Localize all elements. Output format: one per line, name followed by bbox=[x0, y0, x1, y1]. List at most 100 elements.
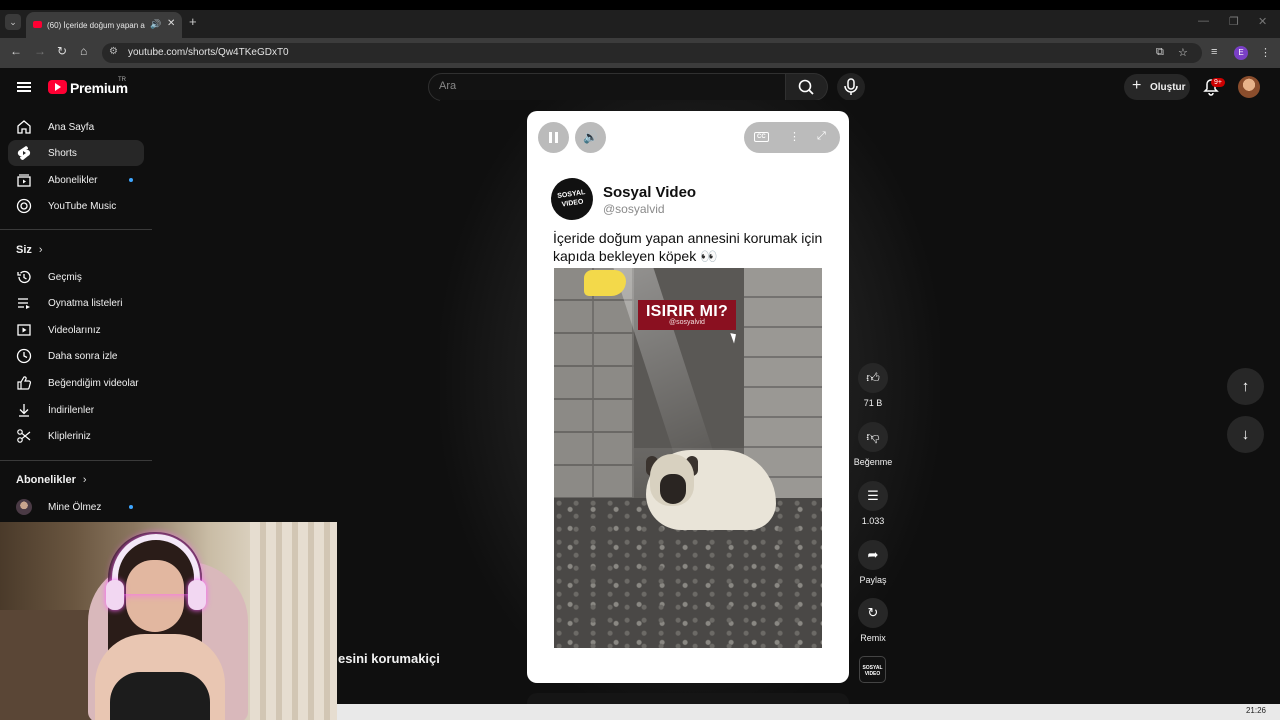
sidebar-item-home[interactable]: Ana Sayfa bbox=[8, 114, 144, 140]
reload-icon[interactable]: ↻ bbox=[57, 44, 67, 58]
microphone-icon bbox=[844, 78, 858, 95]
new-content-dot bbox=[129, 178, 133, 182]
reading-list-icon[interactable]: ≡ bbox=[1211, 46, 1217, 58]
sidebar-item-channel[interactable]: Mine Ölmez bbox=[8, 494, 144, 520]
remix-label: Remix bbox=[860, 633, 886, 643]
browser-tab-strip: ⌄ (60) İçeride doğum yapan a 🔊 ✕ + — ❐ ✕ bbox=[0, 0, 1280, 38]
chevron-right-icon: › bbox=[82, 474, 87, 486]
video-text-overlay: ISIRIR MI? @sosyalvid bbox=[638, 300, 736, 330]
sidebar-item-label: YouTube Music bbox=[48, 201, 117, 212]
next-short-arrow-down-icon[interactable]: ↓ bbox=[1227, 416, 1264, 453]
browser-address-bar: ← → ↻ ⌂ ⚙ youtube.com/shorts/Qw4TKeGDxT0… bbox=[0, 38, 1280, 68]
home-browser-icon[interactable]: ⌂ bbox=[80, 44, 87, 58]
shorts-player[interactable]: 🔊 CC ⋮ ⤢ SOSYAL VIDEO Sosyal Video @sosy… bbox=[527, 111, 849, 683]
video-lamp bbox=[584, 270, 626, 296]
dislike-button[interactable]: 👎︎ Beğenme bbox=[846, 422, 900, 467]
more-options-icon[interactable]: ⋮ bbox=[789, 130, 800, 143]
browser-menu-icon[interactable]: ⋮ bbox=[1260, 46, 1271, 59]
minimize-icon[interactable]: — bbox=[1198, 15, 1209, 27]
back-icon[interactable]: ← bbox=[10, 44, 22, 58]
sidebar-item-label: Videolarınız bbox=[48, 325, 101, 336]
url-field[interactable]: ⚙ youtube.com/shorts/Qw4TKeGDxT0 ⧉ ☆ bbox=[102, 43, 1202, 63]
fullscreen-icon[interactable]: ⤢ bbox=[817, 130, 826, 143]
sidebar-item-label: Mine Ölmez bbox=[48, 502, 102, 513]
sidebar-item-shorts[interactable]: Shorts bbox=[8, 140, 144, 166]
sidebar-item-clips[interactable]: Klipleriniz bbox=[8, 423, 144, 449]
search-input[interactable] bbox=[439, 80, 769, 92]
new-content-dot bbox=[129, 505, 133, 509]
logo-country-code: TR bbox=[118, 77, 126, 83]
short-caption: İçeride doğum yapan annesini korumak içi… bbox=[553, 230, 823, 264]
sidebar-item-liked-videos[interactable]: Beğendiğim videolar bbox=[8, 370, 144, 396]
os-taskbar: 21:26 bbox=[337, 704, 1280, 720]
home-icon bbox=[17, 120, 31, 134]
sidebar-item-downloads[interactable]: İndirilenler bbox=[8, 397, 144, 423]
share-icon: ➦ bbox=[858, 540, 888, 570]
sidebar-item-history[interactable]: Geçmiş bbox=[8, 264, 144, 290]
channel-handle: @sosyalvid bbox=[603, 202, 665, 216]
remix-button[interactable]: ↻ Remix bbox=[846, 598, 900, 643]
playlists-icon bbox=[18, 298, 30, 309]
youtube-logo-icon[interactable] bbox=[48, 80, 67, 94]
sidebar-item-label: Geçmiş bbox=[48, 272, 82, 283]
comment-count: 1.033 bbox=[861, 516, 885, 526]
profile-extension-icon[interactable]: E bbox=[1234, 46, 1248, 60]
remix-icon: ↻ bbox=[858, 598, 888, 628]
webcam-overlay bbox=[0, 522, 337, 720]
sidebar-item-label: Daha sonra izle bbox=[48, 351, 118, 362]
sidebar-item-playlists[interactable]: Oynatma listeleri bbox=[8, 290, 144, 316]
sidebar-item-watch-later[interactable]: Daha sonra izle bbox=[8, 343, 144, 369]
sidebar-subscriptions-heading[interactable]: Abonelikler › bbox=[16, 474, 87, 486]
sidebar-you-heading[interactable]: Siz › bbox=[16, 244, 43, 256]
tab-audio-icon[interactable]: 🔊 bbox=[150, 19, 161, 30]
sidebar-item-youtube-music[interactable]: YouTube Music bbox=[8, 193, 144, 219]
site-info-icon[interactable]: ⚙ bbox=[109, 46, 118, 57]
tab-search-chevron-icon[interactable]: ⌄ bbox=[5, 14, 21, 30]
previous-short-arrow-up-icon[interactable]: ↑ bbox=[1227, 368, 1264, 405]
sidebar-item-label: Abonelikler bbox=[48, 175, 98, 186]
watch-later-icon bbox=[16, 348, 32, 364]
taskbar-clock: 21:26 bbox=[1245, 706, 1266, 715]
channel-logo[interactable]: SOSYAL VIDEO bbox=[548, 175, 596, 223]
channel-name[interactable]: Sosyal Video bbox=[603, 184, 696, 201]
create-button[interactable]: + Oluştur bbox=[1124, 74, 1190, 100]
forward-icon[interactable]: → bbox=[34, 44, 46, 58]
voice-search-button[interactable] bbox=[837, 73, 865, 101]
overlay-handle: @sosyalvid bbox=[669, 319, 705, 326]
you-heading-label: Siz bbox=[16, 244, 32, 256]
share-button[interactable]: ➦ Paylaş bbox=[846, 540, 900, 585]
create-label: Oluştur bbox=[1150, 82, 1186, 93]
volume-icon[interactable]: 🔊 bbox=[575, 122, 606, 153]
tab-title: (60) İçeride doğum yapan a bbox=[47, 21, 145, 30]
captions-icon[interactable]: CC bbox=[754, 132, 769, 142]
video-frame[interactable]: ISIRIR MI? @sosyalvid bbox=[554, 268, 822, 648]
music-icon bbox=[16, 198, 32, 214]
thumbs-down-icon: 👎︎ bbox=[858, 422, 888, 452]
sidebar-item-your-videos[interactable]: Videolarınız bbox=[8, 317, 144, 343]
browser-tab-active[interactable]: (60) İçeride doğum yapan a 🔊 ✕ bbox=[26, 12, 182, 38]
tab-close-icon[interactable]: ✕ bbox=[167, 18, 175, 29]
channel-avatar bbox=[16, 499, 32, 515]
sidebar-divider bbox=[0, 229, 152, 230]
search-button[interactable] bbox=[786, 73, 828, 101]
channel-thumbnail[interactable]: SOSYAL VIDEO bbox=[859, 656, 886, 683]
pause-icon[interactable] bbox=[538, 122, 569, 153]
search-icon bbox=[798, 79, 814, 95]
window-close-icon[interactable]: ✕ bbox=[1258, 15, 1267, 28]
shorts-icon bbox=[17, 146, 31, 160]
sidebar-item-subscriptions[interactable]: Abonelikler bbox=[8, 167, 144, 193]
comments-button[interactable]: ☰ 1.033 bbox=[846, 481, 900, 526]
menu-icon[interactable] bbox=[17, 82, 31, 92]
bookmark-star-icon[interactable]: ☆ bbox=[1178, 46, 1188, 59]
headset-earcup-left bbox=[106, 580, 124, 610]
like-button[interactable]: 👍︎ 71 B bbox=[846, 363, 900, 408]
sidebar-item-label: Ana Sayfa bbox=[48, 122, 95, 133]
account-avatar[interactable] bbox=[1238, 76, 1260, 98]
comment-icon: ☰ bbox=[858, 481, 888, 511]
history-icon bbox=[17, 270, 31, 284]
player-controls-pill: CC ⋮ ⤢ bbox=[744, 122, 840, 153]
install-app-icon[interactable]: ⧉ bbox=[1156, 46, 1164, 59]
sidebar-item-label: Klipleriniz bbox=[48, 431, 91, 442]
new-tab-icon[interactable]: + bbox=[189, 14, 197, 29]
restore-icon[interactable]: ❐ bbox=[1229, 15, 1239, 28]
